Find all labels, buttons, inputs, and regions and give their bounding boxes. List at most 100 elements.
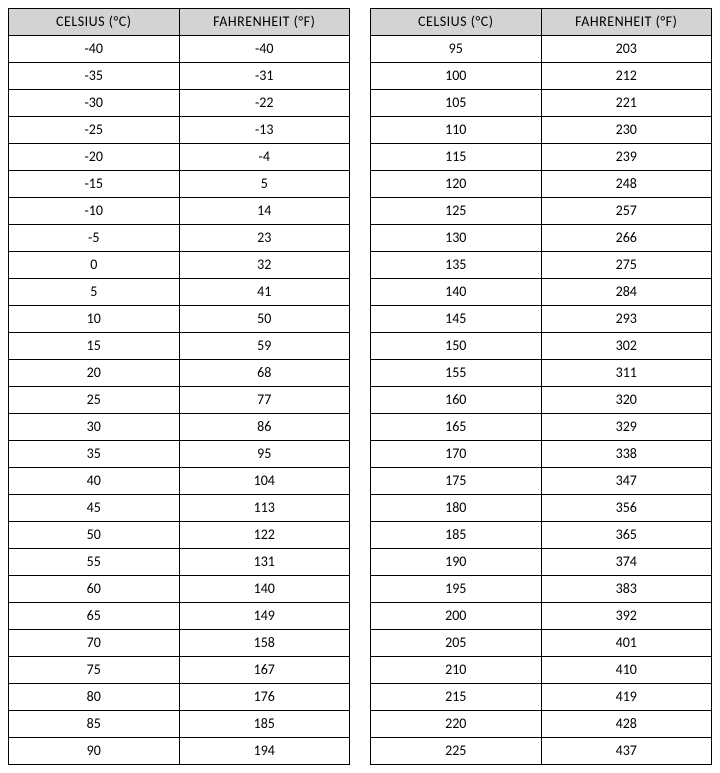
- cell-fahrenheit: 410: [541, 657, 712, 684]
- cell-celsius: 195: [371, 576, 542, 603]
- table-row: -155: [9, 171, 350, 198]
- cell-fahrenheit: 302: [541, 333, 712, 360]
- table-row: -35-31: [9, 63, 350, 90]
- table-row: 135275: [371, 252, 712, 279]
- tables-wrap: CELSIUS (°C) FAHRENHEIT (°F) -40-40-35-3…: [8, 8, 712, 765]
- table-row: -25-13: [9, 117, 350, 144]
- cell-celsius: 160: [371, 387, 542, 414]
- header-celsius: CELSIUS (°C): [9, 9, 180, 36]
- table-row: 175347: [371, 468, 712, 495]
- table-row: 120248: [371, 171, 712, 198]
- table-row: 45113: [9, 495, 350, 522]
- cell-fahrenheit: 428: [541, 711, 712, 738]
- table-row: 155311: [371, 360, 712, 387]
- cell-celsius: 225: [371, 738, 542, 765]
- cell-fahrenheit: 392: [541, 603, 712, 630]
- cell-celsius: -15: [9, 171, 180, 198]
- table-row: 60140: [9, 576, 350, 603]
- cell-fahrenheit: -31: [179, 63, 350, 90]
- cell-celsius: 125: [371, 198, 542, 225]
- table-row: 40104: [9, 468, 350, 495]
- cell-celsius: 210: [371, 657, 542, 684]
- cell-celsius: 55: [9, 549, 180, 576]
- cell-fahrenheit: 347: [541, 468, 712, 495]
- table-row: 80176: [9, 684, 350, 711]
- cell-fahrenheit: 185: [179, 711, 350, 738]
- table-row: 205401: [371, 630, 712, 657]
- table-row: 200392: [371, 603, 712, 630]
- cell-fahrenheit: 311: [541, 360, 712, 387]
- table-row: 70158: [9, 630, 350, 657]
- table-row: 225437: [371, 738, 712, 765]
- table-row: 115239: [371, 144, 712, 171]
- cell-celsius: -10: [9, 198, 180, 225]
- table-row: 210410: [371, 657, 712, 684]
- cell-fahrenheit: 113: [179, 495, 350, 522]
- cell-celsius: 145: [371, 306, 542, 333]
- cell-fahrenheit: 401: [541, 630, 712, 657]
- cell-celsius: 220: [371, 711, 542, 738]
- table-row: 215419: [371, 684, 712, 711]
- cell-celsius: 175: [371, 468, 542, 495]
- cell-celsius: -30: [9, 90, 180, 117]
- cell-celsius: 5: [9, 279, 180, 306]
- cell-fahrenheit: 167: [179, 657, 350, 684]
- cell-celsius: 110: [371, 117, 542, 144]
- cell-fahrenheit: 194: [179, 738, 350, 765]
- cell-celsius: -35: [9, 63, 180, 90]
- cell-fahrenheit: 23: [179, 225, 350, 252]
- table-row: 1559: [9, 333, 350, 360]
- table-row: 75167: [9, 657, 350, 684]
- table-row: -30-22: [9, 90, 350, 117]
- cell-celsius: 35: [9, 441, 180, 468]
- cell-fahrenheit: 275: [541, 252, 712, 279]
- table-row: 55131: [9, 549, 350, 576]
- table-row: 90194: [9, 738, 350, 765]
- cell-celsius: 85: [9, 711, 180, 738]
- conversion-table-left: CELSIUS (°C) FAHRENHEIT (°F) -40-40-35-3…: [8, 8, 350, 765]
- cell-celsius: 90: [9, 738, 180, 765]
- cell-celsius: 150: [371, 333, 542, 360]
- table-row: 125257: [371, 198, 712, 225]
- cell-fahrenheit: 68: [179, 360, 350, 387]
- table-row: 85185: [9, 711, 350, 738]
- cell-fahrenheit: 419: [541, 684, 712, 711]
- table-header-row: CELSIUS (°C) FAHRENHEIT (°F): [371, 9, 712, 36]
- cell-fahrenheit: 95: [179, 441, 350, 468]
- cell-fahrenheit: 104: [179, 468, 350, 495]
- table-row: 3086: [9, 414, 350, 441]
- table-row: 541: [9, 279, 350, 306]
- cell-celsius: -5: [9, 225, 180, 252]
- cell-fahrenheit: 320: [541, 387, 712, 414]
- cell-fahrenheit: 149: [179, 603, 350, 630]
- cell-fahrenheit: 248: [541, 171, 712, 198]
- table-row: 032: [9, 252, 350, 279]
- cell-celsius: 25: [9, 387, 180, 414]
- cell-fahrenheit: 122: [179, 522, 350, 549]
- cell-celsius: 60: [9, 576, 180, 603]
- cell-celsius: -40: [9, 36, 180, 63]
- cell-celsius: 80: [9, 684, 180, 711]
- table-row: 2577: [9, 387, 350, 414]
- cell-celsius: 45: [9, 495, 180, 522]
- cell-fahrenheit: 230: [541, 117, 712, 144]
- table-row: 185365: [371, 522, 712, 549]
- cell-celsius: 20: [9, 360, 180, 387]
- cell-fahrenheit: 356: [541, 495, 712, 522]
- cell-fahrenheit: 329: [541, 414, 712, 441]
- table-row: 180356: [371, 495, 712, 522]
- cell-fahrenheit: -13: [179, 117, 350, 144]
- table-row: 50122: [9, 522, 350, 549]
- cell-fahrenheit: 131: [179, 549, 350, 576]
- table-header-row: CELSIUS (°C) FAHRENHEIT (°F): [9, 9, 350, 36]
- cell-fahrenheit: 365: [541, 522, 712, 549]
- cell-fahrenheit: 203: [541, 36, 712, 63]
- table-row: 220428: [371, 711, 712, 738]
- cell-celsius: 180: [371, 495, 542, 522]
- cell-celsius: 155: [371, 360, 542, 387]
- cell-fahrenheit: 257: [541, 198, 712, 225]
- table-row: 2068: [9, 360, 350, 387]
- cell-fahrenheit: 5: [179, 171, 350, 198]
- cell-celsius: 100: [371, 63, 542, 90]
- cell-celsius: 10: [9, 306, 180, 333]
